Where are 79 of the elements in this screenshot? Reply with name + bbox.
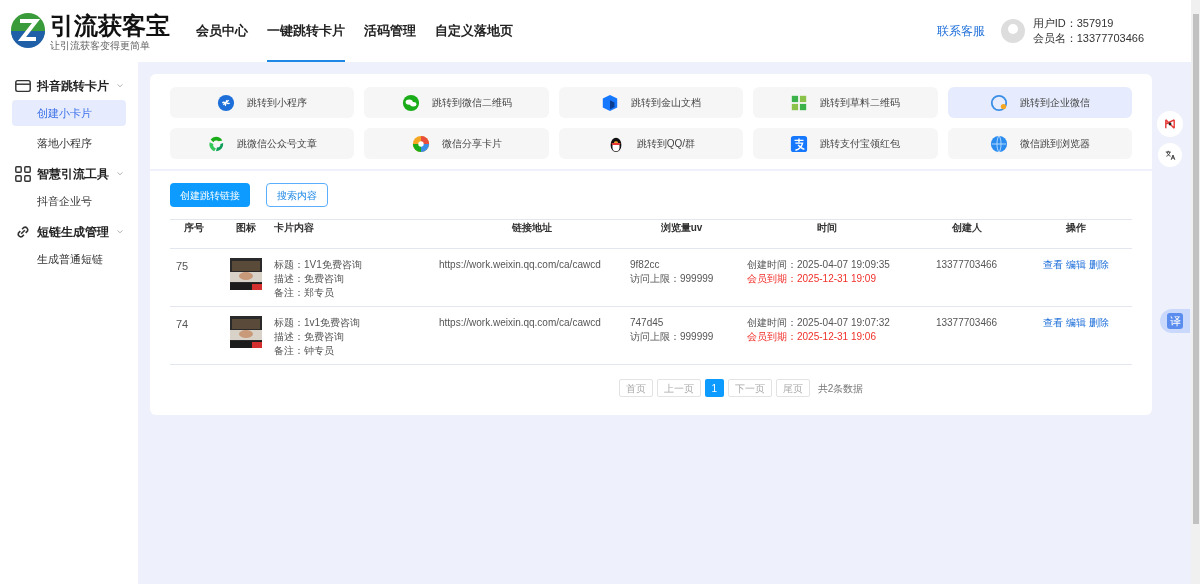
- card-title: 标题：1v1免费咨询: [274, 316, 362, 330]
- sidebar-group[interactable]: 抖音跳转卡片: [37, 77, 109, 95]
- globe-icon: [989, 134, 1008, 153]
- avatar-icon: [1000, 19, 1025, 43]
- nav-tab[interactable]: 自定义落地页: [435, 0, 513, 62]
- chat-icon: [401, 93, 420, 112]
- column-header: 卡片内容: [274, 221, 315, 235]
- sidebar-item[interactable]: 生成普通短链: [12, 246, 126, 272]
- column-header: 链接地址: [510, 221, 553, 235]
- visit-limit: 访问上限：999999: [630, 272, 715, 286]
- logo-tagline: 让引流获客变得更简单: [50, 39, 151, 51]
- jump-type-button[interactable]: 跳微信公众号文章: [170, 128, 355, 159]
- created-time: 创建时间：2025-04-07 19:09:35: [747, 258, 891, 272]
- jump-type-button[interactable]: 跳转到草料二维码: [753, 87, 938, 118]
- sidebar-group[interactable]: 智慧引流工具: [37, 165, 109, 183]
- column-header: 浏览量uv: [659, 221, 704, 235]
- jump-type-button[interactable]: 跳转到金山文档: [558, 87, 744, 118]
- row-action-link[interactable]: 查看: [1042, 316, 1063, 330]
- translate-button[interactable]: [1158, 143, 1182, 167]
- chevron-icon: [116, 228, 124, 236]
- expiry-time: 会员到期：2025-12-31 19:09: [747, 272, 877, 286]
- translate-icon: [1164, 149, 1176, 161]
- search-button[interactable]: 搜索内容: [266, 183, 328, 207]
- nav-tab[interactable]: 一键跳转卡片: [267, 0, 345, 62]
- column-header: 时间: [815, 221, 838, 235]
- expiry-time: 会员到期：2025-12-31 19:06: [747, 330, 877, 344]
- row-action-link[interactable]: 删除: [1088, 258, 1109, 272]
- grid-icon: [790, 93, 809, 112]
- jump-type-button[interactable]: 跳转支付宝领红包: [753, 128, 938, 159]
- jump-type-button[interactable]: 跳转到企业微信: [947, 87, 1132, 118]
- chevron-icon: [116, 82, 124, 90]
- column-header: 图标: [235, 221, 257, 235]
- payment-icon: [790, 134, 809, 153]
- table-cell-text: 74: [175, 317, 190, 332]
- row-action-link[interactable]: 编辑: [1065, 316, 1086, 330]
- nav-tab[interactable]: 活码管理: [364, 0, 416, 62]
- color-wheel-icon: [411, 134, 430, 153]
- visit-limit: 访问上限：999999: [630, 330, 715, 344]
- table-cell-text: 13377703466: [934, 258, 999, 272]
- link-url: https://work.weixin.qq.com/ca/cawcd: [439, 258, 602, 272]
- column-header: 操作: [1064, 221, 1087, 235]
- sidebar-item[interactable]: 落地小程序: [12, 130, 126, 156]
- sidebar-item[interactable]: 抖音企业号: [12, 188, 126, 214]
- jump-type-button[interactable]: 跳转到小程序: [170, 87, 355, 118]
- contact-link[interactable]: 联系客服: [936, 22, 985, 40]
- card-icon: [14, 77, 32, 95]
- card-note: 备注：钟专员: [274, 344, 335, 358]
- network-icon: [1163, 117, 1177, 131]
- chevron-icon: [116, 170, 124, 178]
- table-cell-text: 13377703466: [934, 316, 999, 330]
- table-cell-text: 75: [175, 259, 190, 274]
- grid-icon: [14, 165, 32, 183]
- card-note: 备注：郑专员: [274, 286, 335, 300]
- nav-tab[interactable]: 会员中心: [196, 0, 248, 62]
- card-description: 描述：免费咨询: [274, 330, 345, 344]
- jump-type-button[interactable]: 微信分享卡片: [364, 128, 549, 159]
- visit-count: 9f82cc: [630, 258, 661, 272]
- jump-type-button[interactable]: 跳转到微信二维码: [364, 87, 549, 118]
- link-url: https://work.weixin.qq.com/ca/cawcd: [439, 316, 602, 330]
- user-id: 用户ID：357919: [1032, 16, 1115, 31]
- logo-title: 引流获客宝: [50, 11, 170, 40]
- member-name: 会员名：13377703466: [1032, 31, 1144, 46]
- network-button[interactable]: [1157, 111, 1183, 137]
- row-action-link[interactable]: 删除: [1088, 316, 1109, 330]
- card-title: 标题：1V1免费咨询: [274, 258, 363, 272]
- row-action-link[interactable]: 查看: [1042, 258, 1063, 272]
- visit-count: 747d45: [630, 316, 665, 330]
- jump-type-button[interactable]: 跳转到QQ/群: [558, 128, 744, 159]
- sidebar-item[interactable]: 创建小卡片: [12, 100, 126, 126]
- column-header: 创建人: [950, 221, 983, 235]
- cube-icon: [601, 93, 619, 112]
- row-action-link[interactable]: 编辑: [1065, 258, 1086, 272]
- sidebar-group[interactable]: 短链生成管理: [37, 223, 109, 241]
- created-time: 创建时间：2025-04-07 19:07:32: [747, 316, 891, 330]
- card-description: 描述：免费咨询: [274, 272, 345, 286]
- column-header: 序号: [183, 221, 205, 235]
- jump-type-button[interactable]: 微信跳到浏览器: [947, 128, 1132, 159]
- recycle-icon: [207, 134, 226, 153]
- total-count: 共2条数据: [817, 381, 864, 396]
